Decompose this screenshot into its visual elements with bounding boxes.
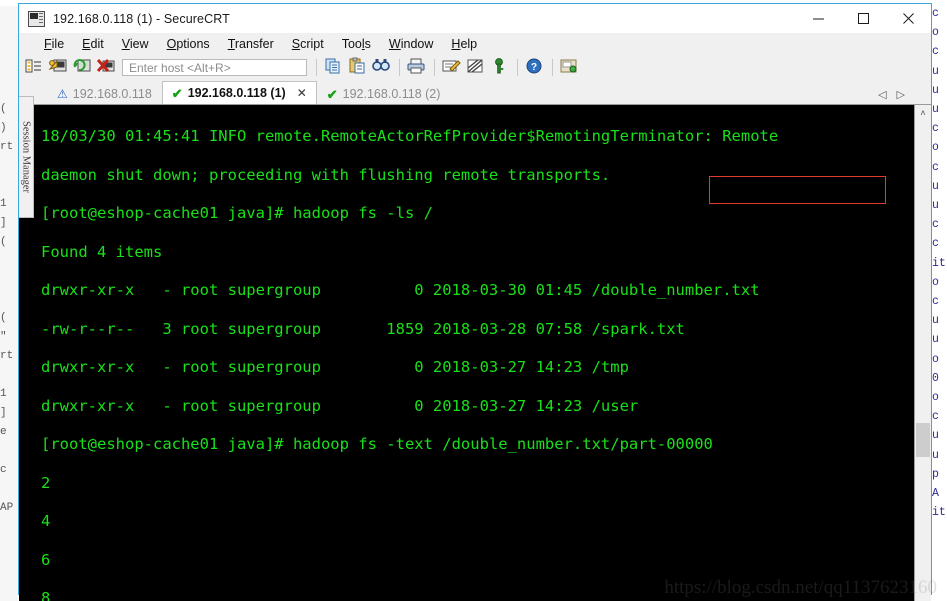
terminal-line: drwxr-xr-x - root supergroup 0 2018-03-2… [41,358,629,377]
tab-192-168-0-118-1[interactable]: ✔ 192.168.0.118 (1) ✕ [161,81,317,104]
find-icon[interactable] [371,57,393,78]
minimize-button[interactable] [796,4,841,33]
tab-scroll-right-icon[interactable]: ▷ [897,88,905,101]
terminal-line: drwxr-xr-x - root supergroup 0 2018-03-3… [41,281,760,300]
tab-scroll-controls: ◁ ▷ [878,88,905,101]
toolbar-divider-4 [517,59,518,76]
session-manager-label: Session Manager [20,120,32,194]
connect-icon[interactable] [48,57,70,78]
tab-label: 192.168.0.118 [72,87,152,101]
terminal-line: drwxr-xr-x - root supergroup 0 2018-03-2… [41,396,639,415]
paste-icon[interactable] [347,57,369,78]
terminal-line: 2 [41,473,51,492]
svg-text:?: ? [531,62,537,73]
tab-scroll-left-icon[interactable]: ◁ [878,88,886,101]
menu-options[interactable]: Options [158,35,219,53]
log-session-icon[interactable] [441,57,463,78]
key-icon[interactable] [489,57,511,78]
disconnect-icon[interactable] [96,57,118,78]
tab-bar: ⚠ 192.168.0.118 ✔ 192.168.0.118 (1) ✕ ✔ … [19,80,931,104]
terminal-output[interactable]: 18/03/30 01:45:41 INFO remote.RemoteActo… [19,105,914,601]
menu-view[interactable]: View [113,35,158,53]
terminal-line: 8 [41,589,51,601]
tab-192-168-0-118[interactable]: ⚠ 192.168.0.118 [47,83,162,104]
menu-window[interactable]: Window [380,35,442,53]
securecrt-window: 192.168.0.118 (1) - SecureCRT File Edit … [18,3,932,601]
copy-icon[interactable] [323,57,345,78]
menu-bar: File Edit View Options Transfer Script T… [19,33,931,55]
tab-label: 192.168.0.118 (1) [187,86,286,100]
background-left-code: ( ) rt 1 ] ( ( " rt 1 ] e c AP [0,0,18,601]
terminal-scrollbar[interactable]: ˄ ˅ [914,105,931,601]
close-tab-icon[interactable]: ✕ [297,86,307,100]
warning-icon: ⚠ [57,87,68,101]
scroll-up-icon[interactable]: ˄ [915,105,931,121]
menu-tools[interactable]: Tools [333,35,380,53]
maximize-button[interactable] [841,4,886,33]
tab-label: 192.168.0.118 (2) [342,87,441,101]
terminal-line: 4 [41,512,51,531]
terminal-line: Found 4 items [41,242,163,261]
tab-192-168-0-118-2[interactable]: ✔ 192.168.0.118 (2) [317,83,451,104]
toolbar: Enter host <Alt+R> ? [19,55,931,80]
title-bar[interactable]: 192.168.0.118 (1) - SecureCRT [19,4,931,33]
menu-transfer[interactable]: Transfer [219,35,283,53]
help-icon[interactable]: ? [524,57,546,78]
menu-help[interactable]: Help [442,35,486,53]
close-button[interactable] [886,4,931,33]
host-input[interactable]: Enter host <Alt+R> [122,59,307,76]
print-icon[interactable] [406,57,428,78]
terminal-line: daemon shut down; proceeding with flushi… [41,165,611,184]
terminal-area: 18/03/30 01:45:41 INFO remote.RemoteActo… [19,104,931,601]
reconnect-icon[interactable] [72,57,94,78]
window-controls [796,4,931,33]
scrollbar-thumb[interactable] [916,423,930,457]
toolbar-divider-3 [434,59,435,76]
terminal-line: 6 [41,550,51,569]
screen: ( ) rt 1 ] ( ( " rt 1 ] e c AP c o c u u… [0,0,947,601]
terminal-line: -rw-r--r-- 3 root supergroup 1859 2018-0… [41,319,685,338]
securecrt-icon [28,10,45,27]
protocol-icon[interactable] [465,57,487,78]
menu-file[interactable]: File [35,35,73,53]
host-placeholder: Enter host <Alt+R> [129,60,231,75]
toolbar-divider-5 [552,59,553,76]
terminal-line: [root@eshop-cache01 java]# hadoop fs -te… [41,435,713,454]
toolbar-divider-1 [316,59,317,76]
toolbar-divider-2 [399,59,400,76]
terminal-line: [root@eshop-cache01 java]# hadoop fs -ls… [41,204,433,223]
session-manager-tab[interactable]: Session Manager [19,96,34,218]
session-manager-icon[interactable] [24,57,46,78]
window-title: 192.168.0.118 (1) - SecureCRT [53,11,230,26]
terminal-line: 18/03/30 01:45:41 INFO remote.RemoteActo… [41,127,779,146]
check-icon: ✔ [326,86,338,102]
menu-edit[interactable]: Edit [73,35,113,53]
background-right-code: c o c u u u c o c u u c c it o c u u o 0… [932,0,947,601]
menu-script[interactable]: Script [283,35,333,53]
check-icon: ✔ [171,85,183,101]
session-options-icon[interactable] [559,57,581,78]
